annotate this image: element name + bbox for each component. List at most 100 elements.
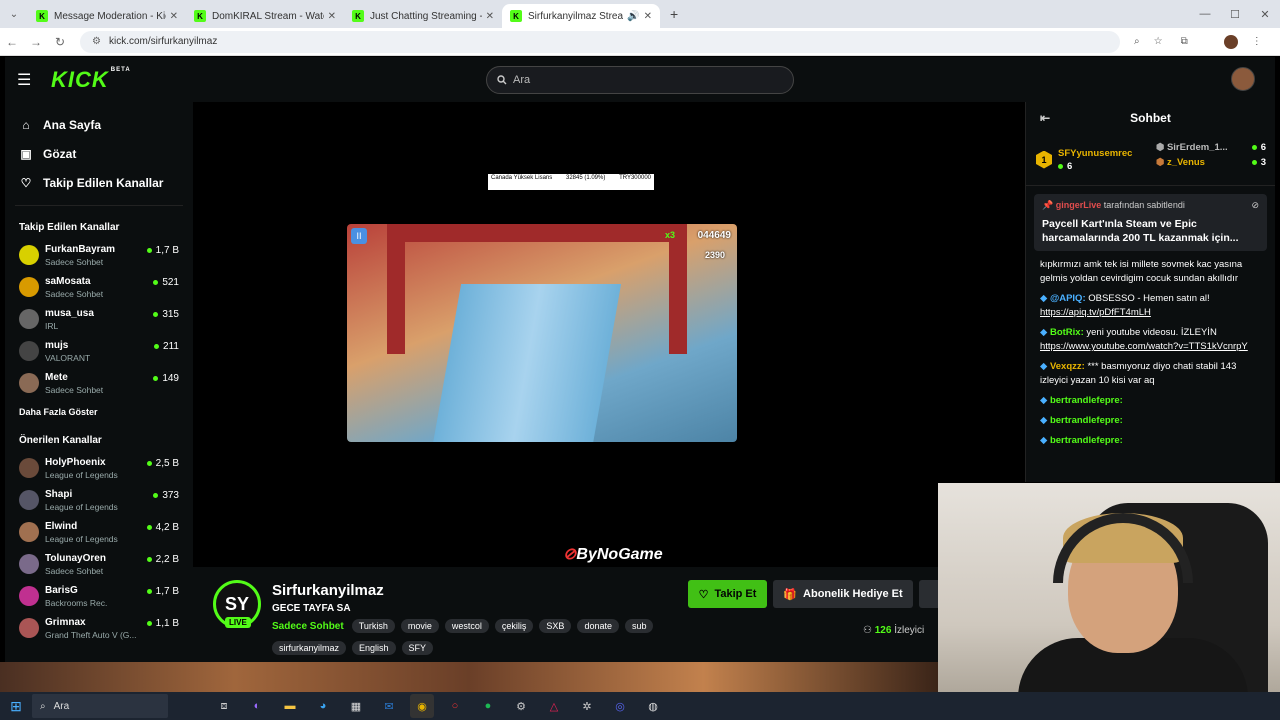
gift-subscription-button[interactable]: 🎁 Abonelik Hediye Et	[773, 580, 913, 608]
zoom-icon[interactable]: ⌕	[1134, 36, 1140, 47]
taskbar-search[interactable]: ⌕ Ara	[32, 694, 168, 718]
tab-message-moderation[interactable]: K Message Moderation - Kick Da ✕	[28, 4, 186, 28]
menu-hamburger-icon[interactable]: ☰	[17, 70, 45, 90]
reload-icon[interactable]: ↻	[48, 35, 72, 49]
store-icon[interactable]: ▦	[344, 694, 368, 718]
chat-username[interactable]: @APIQ:	[1050, 293, 1086, 304]
nav-home[interactable]: ⌂ Ana Sayfa	[5, 110, 193, 139]
channel-item[interactable]: Grimnax Grand Theft Auto V (G... 1,1 B	[5, 612, 193, 644]
viewer-count-value: 2,2 B	[155, 554, 179, 565]
minimize-icon[interactable]: —	[1190, 0, 1220, 28]
copilot-icon[interactable]: ◐	[245, 694, 269, 718]
top-gifter-first[interactable]: 1 SFYyunusemrec 6	[1036, 148, 1132, 172]
close-icon[interactable]: ✕	[644, 11, 652, 22]
extensions-icon[interactable]: ⧉	[1181, 36, 1188, 47]
channel-item[interactable]: Shapi League of Legends 373	[5, 484, 193, 516]
pinned-message[interactable]: 📌 gingerLive tarafından sabitlendi ⊘ Pay…	[1034, 194, 1267, 251]
profile-avatar[interactable]	[1223, 34, 1238, 49]
tag-chip[interactable]: SFY	[401, 641, 434, 655]
chat-username[interactable]: Vexqzz:	[1050, 361, 1085, 372]
chat-username[interactable]: bertrandlefepre:	[1050, 395, 1123, 406]
bookmark-star-icon[interactable]: ☆	[1154, 36, 1163, 47]
url-field[interactable]: ⚙ kick.com/sirfurkanyilmaz	[80, 30, 1120, 53]
app-icon[interactable]: △	[542, 694, 566, 718]
tag-chip[interactable]: donate	[577, 619, 619, 633]
address-bar-row: ← → ↻ ⚙ kick.com/sirfurkanyilmaz ⌕ ☆ ⧉ ⋮	[0, 28, 1280, 56]
edge-icon[interactable]: ◕	[311, 694, 335, 718]
tag-chip[interactable]: çekiliş	[494, 619, 534, 633]
category-link[interactable]: Sadece Sohbet	[272, 621, 344, 632]
viewer-count-value: 4,2 B	[155, 522, 179, 533]
file-explorer-icon[interactable]: ▬	[278, 694, 302, 718]
nav-following[interactable]: ♡ Takip Edilen Kanallar	[5, 168, 193, 197]
streamer-name[interactable]: Sirfurkanyilmaz	[272, 582, 384, 599]
channel-item[interactable]: saMosata Sadece Sohbet 521	[5, 271, 193, 303]
video-player[interactable]: Canada Yüksek Lisans 32845 (1.09%) TRY30…	[193, 102, 1023, 567]
channel-category: Sadece Sohbet	[45, 288, 104, 299]
close-icon[interactable]: ✕	[486, 11, 494, 22]
steam-icon[interactable]: ⚙	[509, 694, 533, 718]
channel-item[interactable]: Elwind League of Legends 4,2 B	[5, 516, 193, 548]
show-more-link[interactable]: Daha Fazla Göster	[5, 399, 193, 427]
pause-icon: II	[351, 228, 367, 244]
forward-icon[interactable]: →	[24, 35, 48, 49]
menu-dots-icon[interactable]: ⋮	[1252, 36, 1262, 47]
chat-username[interactable]: bertrandlefepre:	[1050, 435, 1123, 446]
tag-chip[interactable]: Turkish	[351, 619, 395, 633]
site-info-icon[interactable]: ⚙	[92, 36, 101, 47]
chat-link[interactable]: https://apiq.tv/pDfFT4mLH	[1040, 307, 1151, 318]
channel-item[interactable]: Mete Sadece Sohbet 149	[5, 367, 193, 399]
tab-list-dropdown-icon[interactable]: ⌄	[0, 9, 28, 20]
channel-item[interactable]: musa_usa IRL 315	[5, 303, 193, 335]
spotify-icon[interactable]: ●	[476, 694, 500, 718]
task-view-icon[interactable]: ⧈	[212, 694, 236, 718]
tab-domkiral[interactable]: K DomKIRAL Stream - Watch Live ✕	[186, 4, 344, 28]
collapse-chat-icon[interactable]: ⇤	[1040, 111, 1050, 125]
close-icon[interactable]: ✕	[328, 11, 336, 22]
search-input[interactable]: Ara	[486, 66, 794, 94]
gifter-row[interactable]: ⬢ z_Venus 3	[1156, 157, 1266, 168]
tag-chip[interactable]: SXB	[539, 619, 572, 633]
windows-start-icon[interactable]: ⊞	[0, 692, 32, 720]
gift-label: Abonelik Hediye Et	[803, 588, 903, 600]
tab-just-chatting[interactable]: K Just Chatting Streaming - Live S ✕	[344, 4, 502, 28]
chat-message: ◆ bertrandlefepre:	[1026, 431, 1275, 451]
channel-item[interactable]: BarisG Backrooms Rec. 1,7 B	[5, 580, 193, 612]
close-icon[interactable]: ✕	[170, 11, 178, 22]
nav-browse[interactable]: ▣ Gözat	[5, 139, 193, 168]
chrome-icon[interactable]: ◉	[410, 694, 434, 718]
tab-sirfurkanyilmaz[interactable]: K Sirfurkanyilmaz Stream - W 🔊 ✕	[502, 4, 660, 28]
channel-item[interactable]: FurkanBayram Sadece Sohbet 1,7 B	[5, 239, 193, 271]
opera-icon[interactable]: ○	[443, 694, 467, 718]
tag-chip[interactable]: westcol	[444, 619, 489, 633]
more-actions-button[interactable]	[919, 580, 938, 608]
new-tab-icon[interactable]: +	[670, 6, 678, 22]
nav-label: Takip Edilen Kanallar	[43, 175, 164, 190]
tag-chip[interactable]: sub	[624, 619, 654, 633]
channel-item[interactable]: mujs VALORANT 211	[5, 335, 193, 367]
gift-icon	[1058, 163, 1063, 169]
back-icon[interactable]: ←	[0, 35, 24, 49]
audio-icon[interactable]: 🔊	[627, 11, 639, 22]
chat-link[interactable]: https://www.youtube.com/watch?v=TTS1kVcn…	[1040, 341, 1248, 352]
follow-button[interactable]: ♡ Takip Et	[688, 580, 767, 608]
channel-name: TolunayOren	[45, 552, 106, 564]
tag-chip[interactable]: movie	[400, 619, 439, 633]
chat-username[interactable]: BotRix:	[1050, 327, 1084, 338]
discord-icon[interactable]: ◎	[608, 694, 632, 718]
tag-chip[interactable]: sirfurkanyilmaz	[272, 641, 347, 655]
tag-chip[interactable]: English	[352, 641, 396, 655]
channel-item[interactable]: TolunayOren Sadece Sohbet 2,2 B	[5, 548, 193, 580]
settings-icon[interactable]: ✲	[575, 694, 599, 718]
top-gifters: 1 SFYyunusemrec 6 ⬢ SirErdem_1... 6 ⬢ z_V…	[1026, 134, 1275, 186]
chat-username[interactable]: bertrandlefepre:	[1050, 415, 1123, 426]
gifter-row[interactable]: ⬢ SirErdem_1... 6	[1156, 142, 1266, 153]
user-avatar[interactable]	[1231, 67, 1255, 91]
kick-logo[interactable]: KICK BETA	[51, 67, 131, 93]
channel-item[interactable]: HolyPhoenix League of Legends 2,5 B	[5, 452, 193, 484]
hide-icon[interactable]: ⊘	[1251, 200, 1259, 211]
maximize-icon[interactable]: ☐	[1220, 0, 1250, 28]
obs-icon[interactable]: ◍	[641, 694, 665, 718]
outlook-icon[interactable]: ✉	[377, 694, 401, 718]
close-window-icon[interactable]: ✕	[1250, 0, 1280, 28]
